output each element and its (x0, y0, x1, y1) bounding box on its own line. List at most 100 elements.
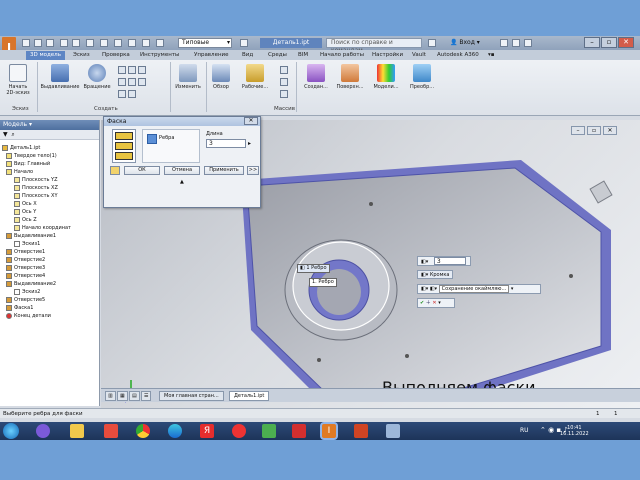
redo-icon[interactable] (72, 39, 80, 47)
tree-item[interactable]: Ось X (14, 200, 37, 208)
tree-item[interactable]: Отверстие4 (6, 272, 45, 280)
help-search-icon[interactable] (428, 39, 436, 47)
tab-inspect[interactable]: Проверка (102, 51, 130, 60)
edge-icon[interactable] (168, 424, 182, 438)
tree-item[interactable]: Начало (6, 168, 33, 176)
tab-bim[interactable]: BIM (298, 51, 308, 60)
explorer-icon[interactable] (70, 424, 84, 438)
mirror-icon[interactable] (280, 90, 288, 98)
tree-item[interactable]: Конец детали (6, 312, 51, 320)
tile-icon[interactable]: ▥ (105, 391, 116, 401)
clock[interactable]: 10:41 16.11.2022 (560, 425, 589, 437)
collapse-arrow-icon[interactable]: ▲ (180, 179, 184, 185)
tree-item[interactable]: Эскиз2 (14, 288, 40, 296)
mini-options-bar[interactable]: ◧▾ ◧▾ Сохранение окаймляю... ▾ (417, 284, 541, 294)
tree-item[interactable]: Вид: Главный (6, 160, 50, 168)
browser-header[interactable]: Модель ▾ (0, 120, 99, 130)
tab-settings[interactable]: Настройки (372, 51, 403, 60)
tree-item[interactable]: Фаска1 (6, 304, 33, 312)
edge-selector-pill[interactable]: ◧ 1 Ребро (297, 264, 330, 273)
measure-icon[interactable] (128, 39, 136, 47)
sign-in-button[interactable]: 👤 Вход ▾ (450, 38, 480, 48)
distance-arrow-icon[interactable]: ▸ (248, 140, 251, 147)
minimize-button[interactable]: – (584, 37, 600, 48)
help-icon[interactable] (524, 39, 532, 47)
surface-button[interactable]: Поверхн... (334, 64, 366, 90)
pattern-rect-icon[interactable] (280, 66, 288, 74)
tree-item[interactable]: Плоскость XY (14, 192, 58, 200)
tree-item[interactable]: Отверстие3 (6, 264, 45, 272)
yandex-icon[interactable]: Я (200, 424, 214, 438)
shell-icon[interactable] (118, 78, 126, 86)
arrange-icon[interactable]: ▤ (129, 391, 140, 401)
pdf-icon[interactable] (292, 424, 306, 438)
dialog-close-button[interactable]: ✕ (244, 117, 258, 125)
tab-tools[interactable]: Инструменты (140, 51, 179, 60)
hole-icon[interactable] (118, 66, 126, 74)
cascade-icon[interactable]: ▦ (117, 391, 128, 401)
draft-icon[interactable] (128, 78, 136, 86)
tab-my-home[interactable]: Моя главная стран... (159, 391, 224, 401)
mini-mode-dropdown[interactable]: ◧▾ Кромка (417, 270, 453, 279)
extrude-button[interactable]: Выдавливание (40, 64, 80, 90)
tab-part1[interactable]: Деталь1.ipt (229, 391, 270, 401)
new-icon[interactable] (22, 39, 30, 47)
start-sketch-button[interactable]: Начать 2D-эскиз (4, 64, 32, 96)
tree-item[interactable]: Ось Z (14, 216, 37, 224)
tab-environments[interactable]: Среды (268, 51, 287, 60)
thread-icon[interactable] (138, 78, 146, 86)
apply-button[interactable]: Применить (204, 166, 244, 175)
tree-item[interactable]: Отверстие5 (6, 296, 45, 304)
apply-plus-icon[interactable]: ＋ (426, 300, 431, 306)
create-freeform-button[interactable]: Создан... (300, 64, 332, 90)
cancel-button[interactable]: Отмена (164, 166, 200, 175)
simulation-button[interactable]: Модели... (370, 64, 402, 90)
appearance-combo[interactable]: Типовые (178, 38, 232, 48)
fx-icon[interactable] (240, 39, 248, 47)
fillet-icon[interactable] (128, 66, 136, 74)
powerpoint-icon[interactable] (354, 424, 368, 438)
tab-get-started[interactable]: Начало работы (320, 51, 364, 60)
language-indicator[interactable]: RU (520, 427, 529, 434)
chrome-icon[interactable] (136, 424, 150, 438)
tree-item[interactable]: Ось Y (14, 208, 36, 216)
apply-check-icon[interactable]: ✔ (420, 300, 424, 306)
tree-item[interactable]: Отверстие1 (6, 248, 45, 256)
tree-item[interactable]: Выдавливание1 (6, 232, 56, 240)
chamfer-icon[interactable] (138, 66, 146, 74)
save-icon[interactable] (46, 39, 54, 47)
appearance-icon[interactable] (142, 39, 150, 47)
more-icon[interactable]: ▾ (438, 300, 441, 306)
tree-item[interactable]: Начало координат (14, 224, 71, 232)
tab-sketch[interactable]: Эскиз (73, 51, 90, 60)
media-icon[interactable] (104, 424, 118, 438)
search-input[interactable]: Поиск по справке и командам (326, 38, 422, 54)
pattern-circ-icon[interactable] (280, 78, 288, 86)
edge-select-icon[interactable] (147, 134, 157, 144)
distance-field[interactable]: 3 (206, 139, 246, 148)
opera-icon[interactable] (232, 424, 246, 438)
revolve-button[interactable]: Вращение (82, 64, 112, 90)
tree-item[interactable]: Отверстие2 (6, 256, 45, 264)
work-features-button[interactable]: Рабочие... (238, 64, 272, 90)
alice-icon[interactable] (36, 424, 50, 438)
ribbon-options-icon[interactable]: ▾▪ (488, 51, 495, 60)
tree-item[interactable]: Твердое тело(1) (6, 152, 57, 160)
undo-icon[interactable] (60, 39, 68, 47)
split-icon[interactable] (128, 90, 136, 98)
list-icon[interactable]: ☰ (141, 391, 152, 401)
distance-chamfer-icon[interactable] (115, 132, 133, 140)
select-icon[interactable] (100, 39, 108, 47)
tree-item[interactable]: Эскиз1 (14, 240, 40, 248)
tab-vault[interactable]: Vault (412, 51, 426, 60)
material-icon[interactable] (156, 39, 164, 47)
tree-item[interactable]: Выдавливание2 (6, 280, 56, 288)
cart-icon[interactable] (512, 39, 520, 47)
tab-3d-model[interactable]: 3D модель (26, 51, 65, 60)
modify-button[interactable]: Изменить (172, 64, 204, 90)
explore-button[interactable]: Обзор (208, 64, 234, 90)
tree-item[interactable]: Плоскость XZ (14, 184, 58, 192)
mini-toolbar-distance[interactable]: ◧▾ 3 (417, 256, 471, 266)
tab-manage[interactable]: Управление (194, 51, 229, 60)
torrent-icon[interactable] (262, 424, 276, 438)
